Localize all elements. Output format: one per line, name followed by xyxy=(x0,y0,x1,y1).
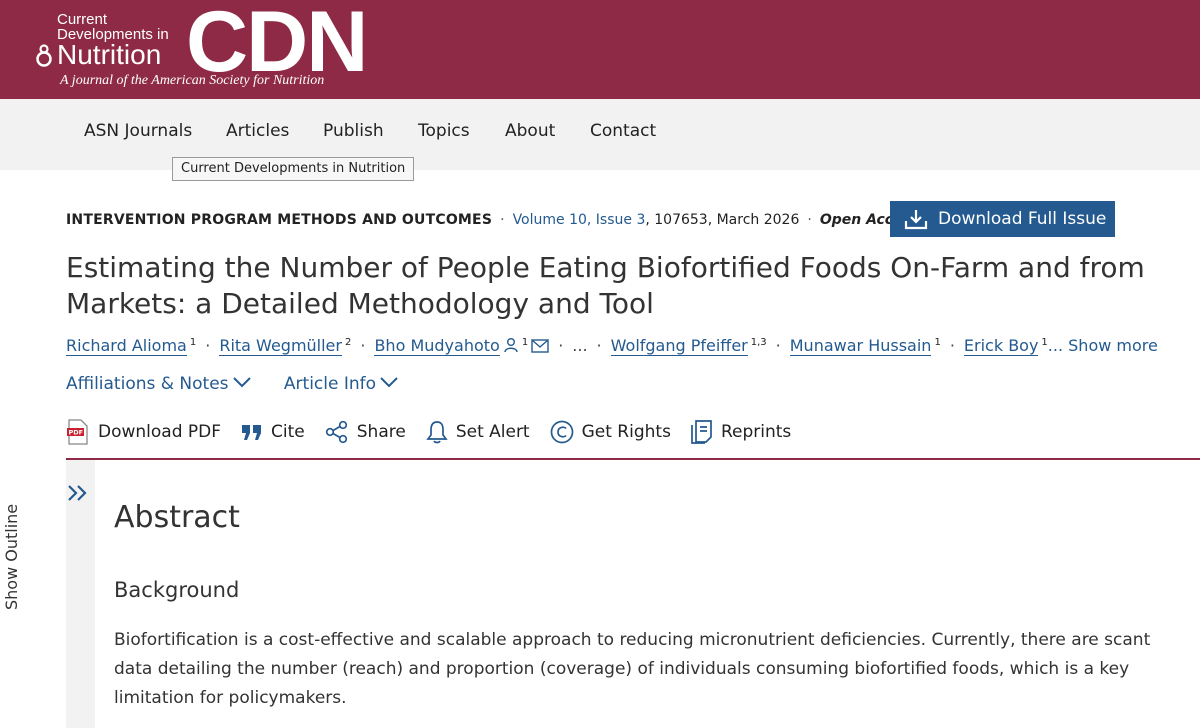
nav-asn-journals[interactable]: ASN Journals xyxy=(84,121,192,141)
nav-topics[interactable]: Topics xyxy=(418,121,470,141)
author-affiliation: 1,3 xyxy=(750,336,767,348)
show-more-authors-link[interactable]: ... Show more xyxy=(1048,336,1158,355)
article-info-label: Article Info xyxy=(283,374,377,394)
outline-sidebar[interactable] xyxy=(66,460,95,728)
person-icon xyxy=(504,338,518,353)
article-actions: PDF Download PDF Cite Share Set Alert Ge… xyxy=(66,418,811,446)
logo-tagline: A journal of the American Society for Nu… xyxy=(60,73,325,88)
meta-separator: · xyxy=(500,212,505,228)
cite-button[interactable]: Cite xyxy=(241,422,305,442)
article-section[interactable]: INTERVENTION PROGRAM METHODS AND OUTCOME… xyxy=(66,212,492,228)
author-separator: · xyxy=(360,336,366,355)
reprints-icon xyxy=(691,420,712,444)
chevron-down-icon xyxy=(380,377,398,388)
svg-text:PDF: PDF xyxy=(69,429,84,437)
share-button[interactable]: Share xyxy=(325,420,406,444)
author-separator: · xyxy=(205,336,211,355)
download-full-issue-button[interactable]: Download Full Issue xyxy=(890,201,1115,237)
author-affiliation: 1 xyxy=(934,336,941,348)
author-affiliation: 1 xyxy=(189,336,197,348)
article-toggles: Affiliations & Notes Article Info xyxy=(66,374,426,394)
author-link[interactable]: Munawar Hussain xyxy=(789,336,932,356)
asn-logo-icon xyxy=(36,44,52,67)
article-info-toggle[interactable]: Article Info xyxy=(284,374,398,394)
author-link[interactable]: Richard Alioma xyxy=(66,336,187,356)
author-separator: · xyxy=(558,336,564,355)
author-link[interactable]: Rita Wegmüller xyxy=(219,336,342,356)
author-affiliation: 1 xyxy=(521,336,529,348)
article-meta: INTERVENTION PROGRAM METHODS AND OUTCOME… xyxy=(66,212,919,228)
nav-about[interactable]: About xyxy=(505,121,555,141)
nav-articles[interactable]: Articles xyxy=(226,121,289,141)
abstract-heading: Abstract xyxy=(114,500,240,535)
set-alert-label: Set Alert xyxy=(455,422,530,442)
copyright-icon xyxy=(550,420,573,444)
author-affiliation: 2 xyxy=(344,336,352,348)
tooltip: Current Developments in Nutrition xyxy=(172,157,415,181)
download-pdf-button[interactable]: PDF Download PDF xyxy=(66,419,221,445)
author-link[interactable]: Erick Boy xyxy=(963,336,1039,356)
author-ellipsis: ... xyxy=(572,336,588,355)
bell-icon xyxy=(426,421,448,444)
author-link[interactable]: Bho Mudyahoto xyxy=(374,336,500,356)
affiliations-notes-toggle[interactable]: Affiliations & Notes xyxy=(66,374,251,394)
chevron-down-icon xyxy=(232,377,251,388)
meta-separator: · xyxy=(807,212,812,228)
section-divider xyxy=(66,458,1200,460)
volume-link[interactable]: Volume 10, Issue 3 xyxy=(513,212,646,228)
mail-icon[interactable] xyxy=(531,339,549,353)
get-rights-label: Get Rights xyxy=(581,422,671,442)
logo-text-top[interactable]: Current Developments in xyxy=(57,12,169,42)
download-full-issue-label: Download Full Issue xyxy=(938,209,1107,229)
download-pdf-label: Download PDF xyxy=(98,422,222,442)
pdf-icon: PDF xyxy=(67,419,88,445)
get-rights-button[interactable]: Get Rights xyxy=(550,420,671,444)
author-link[interactable]: Wolfgang Pfeiffer xyxy=(610,336,748,356)
show-outline-label[interactable]: Show Outline xyxy=(2,504,21,610)
quote-icon xyxy=(242,425,262,440)
affiliations-notes-label: Affiliations & Notes xyxy=(66,374,229,394)
reprints-label: Reprints xyxy=(720,422,792,442)
article-details: , 107653, March 2026 xyxy=(645,212,800,228)
author-separator: · xyxy=(949,336,955,355)
set-alert-button[interactable]: Set Alert xyxy=(426,420,530,444)
abstract-paragraph: Biofortification is a cost-effective and… xyxy=(114,630,1151,708)
nav-publish[interactable]: Publish xyxy=(323,121,384,141)
background-heading: Background xyxy=(114,578,240,602)
author-separator: · xyxy=(596,336,602,355)
cite-label: Cite xyxy=(271,422,305,442)
site-header: Current Developments in Nutrition CDN A … xyxy=(0,0,1200,99)
author-separator: · xyxy=(775,336,781,355)
download-icon xyxy=(904,210,928,230)
logo-nutrition[interactable]: Nutrition xyxy=(35,41,161,69)
share-icon xyxy=(325,420,347,444)
double-chevron-right-icon[interactable] xyxy=(66,484,95,502)
author-list: Richard Alioma 1 · Rita Wegmüller 2 · Bho Mudy… xyxy=(66,336,1158,356)
share-label: Share xyxy=(356,422,406,442)
logo-nutrition-text: Nutrition xyxy=(57,39,162,70)
article-title: Estimating the Number of People Eating B… xyxy=(66,251,1145,320)
reprints-button[interactable]: Reprints xyxy=(691,420,791,444)
nav-contact[interactable]: Contact xyxy=(590,121,656,141)
